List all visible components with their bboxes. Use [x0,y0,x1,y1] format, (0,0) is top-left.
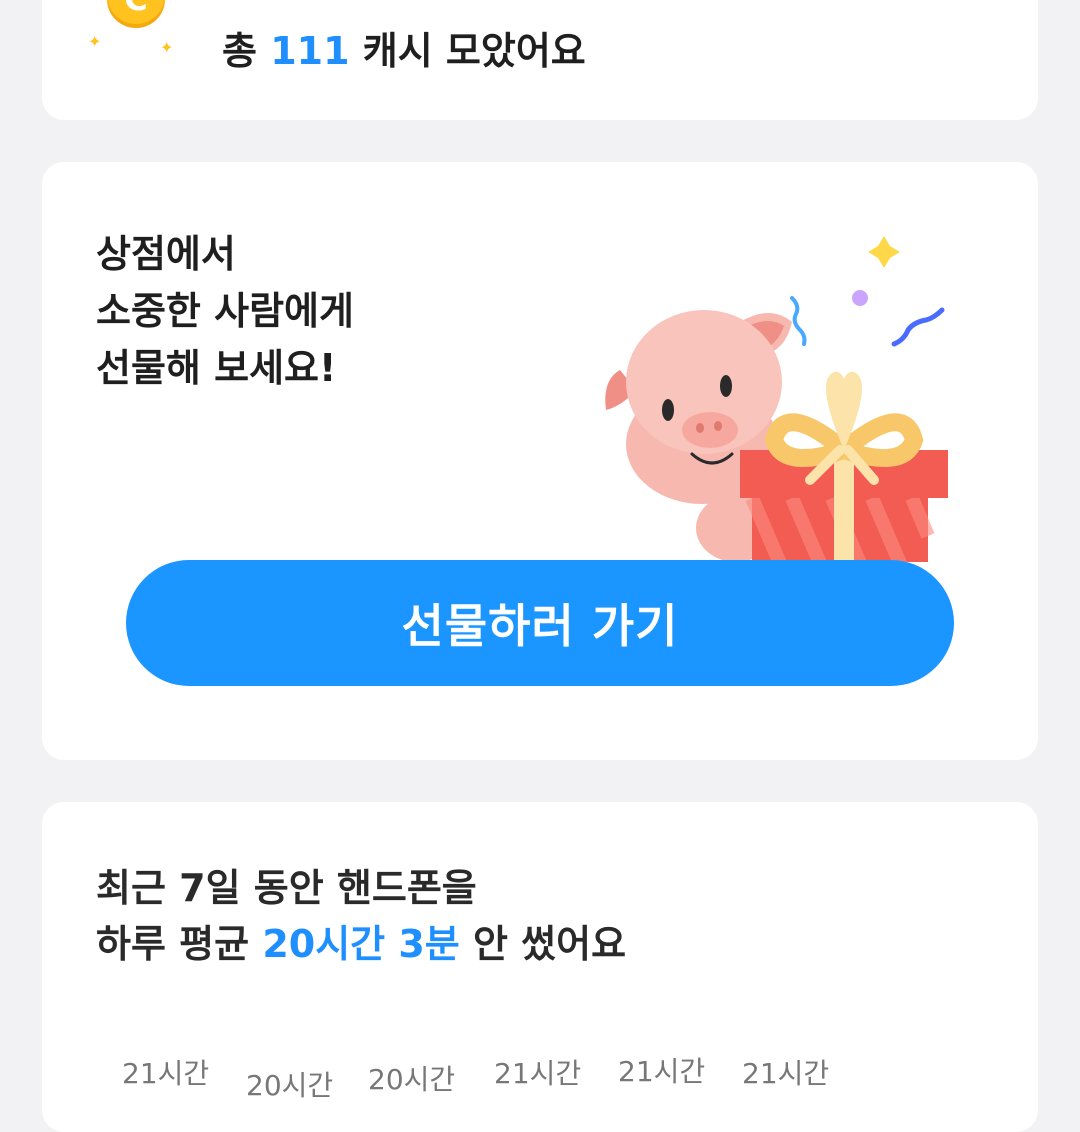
bar-label: 21시간 [494,1057,582,1090]
coin-icon-group: C ✦ ✦ [82,0,182,60]
usage-summary-text: 최근 7일 동안 핸드폰을 하루 평균 20시간 3분 안 썼어요 [96,866,627,966]
bar-label: 20시간 [368,1063,456,1096]
cash-total-text: 총 111 캐시 모았어요 [222,29,586,73]
coin-icon: C [107,0,165,28]
bar-label: 21시간 [618,1055,706,1088]
usage-average-value: 20시간 3분 [262,922,460,966]
go-to-gift-button[interactable]: 선물하러 가기 [126,560,954,686]
confetti-icon [790,236,945,347]
cash-summary-card: C ✦ ✦ 오늘 하루도 잘 모으셨어요 총 111 캐시 모았어요 [42,0,1038,120]
phone-usage-card: 최근 7일 동안 핸드폰을 하루 평균 20시간 3분 안 썼어요 21시간 2… [42,802,1038,1132]
usage-bar-labels: 21시간 20시간 20시간 21시간 21시간 21시간 [122,1052,982,1102]
sparkle-icon: ✦ [88,32,102,51]
gift-promo-card: 상점에서 소중한 사람에게 선물해 보세요! 선물하러 가기 [42,162,1038,760]
bar-label: 20시간 [246,1069,334,1102]
bar-label: 21시간 [122,1057,210,1090]
pig-gift-illustration [605,236,948,562]
cash-amount: 111 [270,29,350,73]
gift-promo-text: 상점에서 소중한 사람에게 선물해 보세요! [96,232,354,390]
bar-label: 21시간 [742,1057,830,1090]
sparkle-icon: ✦ [160,38,174,57]
